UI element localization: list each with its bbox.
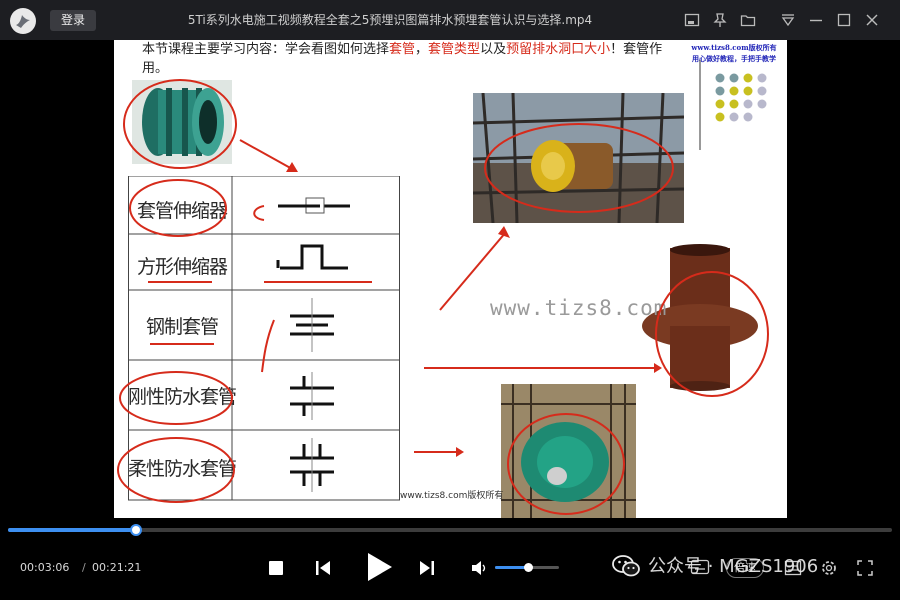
- volume-icon: [472, 561, 486, 575]
- skip-forward-icon: [420, 561, 434, 575]
- window-title: 5Ti系列水电施工视频教程全套之5预埋识图篇排水预埋套管认识与选择.mp4: [187, 13, 593, 27]
- play-icon: [368, 553, 392, 581]
- title-bar: 登录 5Ti系列水电施工视频教程全套之5预埋识图篇排水预埋套管认识与选择.mp4: [0, 0, 900, 40]
- volume-slider[interactable]: [495, 563, 559, 572]
- progress-fill: [8, 528, 137, 532]
- total-time: 00:21:21: [92, 561, 142, 574]
- stop-icon: [269, 561, 283, 575]
- progress-bar[interactable]: [8, 524, 892, 536]
- open-folder-icon[interactable]: [740, 12, 756, 28]
- volume-button[interactable]: [470, 559, 488, 581]
- current-time: 00:03:06: [20, 561, 70, 574]
- video-frame-slide: 本节课程主要学习内容：学会看图如何选择套管，套管类型以及预留排水洞口大小！套管作…: [114, 40, 787, 518]
- pin-on-top-icon[interactable]: [712, 12, 728, 28]
- fullscreen-icon: [857, 560, 873, 576]
- watermark-label: 公众号 · MGZS1906: [648, 556, 819, 577]
- app-logo: [10, 8, 36, 34]
- gear-icon: [822, 561, 836, 575]
- mini-player-icon[interactable]: [684, 12, 700, 28]
- skip-back-icon: [316, 561, 330, 575]
- time-separator: /: [82, 561, 86, 574]
- next-button[interactable]: [418, 559, 436, 581]
- video-surface[interactable]: 本节课程主要学习内容：学会看图如何选择套管，套管类型以及预留排水洞口大小！套管作…: [0, 40, 900, 522]
- bird-logo-icon: [16, 15, 30, 28]
- progress-thumb[interactable]: [130, 524, 143, 536]
- close-icon[interactable]: [864, 12, 880, 28]
- stop-button[interactable]: [268, 560, 284, 580]
- settings-button[interactable]: [820, 559, 838, 581]
- minimize-icon[interactable]: [808, 12, 824, 28]
- login-button[interactable]: 登录: [50, 10, 96, 31]
- fullscreen-button[interactable]: [856, 559, 874, 581]
- volume-thumb[interactable]: [524, 563, 534, 572]
- maximize-icon[interactable]: [836, 12, 852, 28]
- menu-dropdown-icon[interactable]: [780, 12, 796, 28]
- red-annotations: [117, 79, 769, 515]
- previous-button[interactable]: [314, 559, 332, 581]
- wechat-icon: [612, 555, 640, 577]
- volume-fill: [495, 566, 529, 569]
- play-button[interactable]: [364, 551, 394, 587]
